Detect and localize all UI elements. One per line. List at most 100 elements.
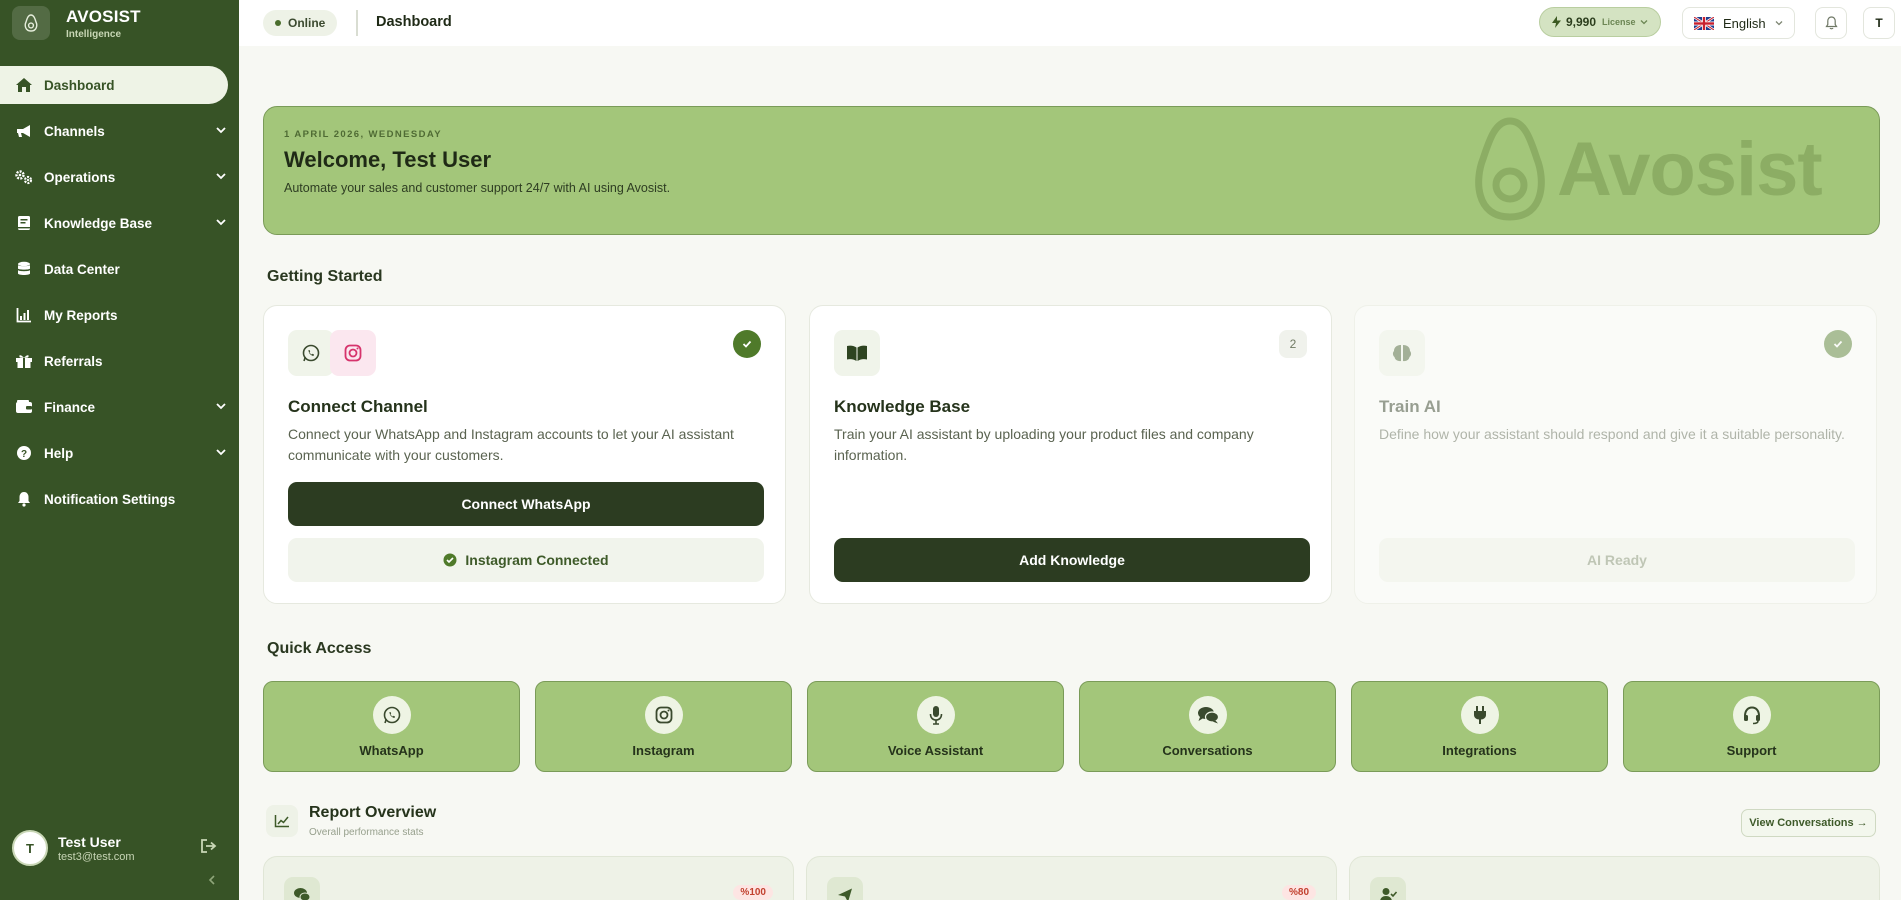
status-dot-icon [275,20,281,26]
card-train-ai: Train AI Define how your assistant shoul… [1354,305,1877,604]
add-knowledge-button[interactable]: Add Knowledge [834,538,1310,582]
user-menu-button[interactable]: T [1863,7,1895,39]
collapse-sidebar-icon[interactable] [206,874,218,886]
sidebar-item-label: Dashboard [44,77,115,93]
notifications-button[interactable] [1815,7,1847,39]
lightning-icon [1552,16,1561,28]
sidebar-item-finance[interactable]: Finance [0,388,239,426]
chat-bubbles-icon [284,877,320,900]
sidebar-item-referrals[interactable]: Referrals [0,342,239,380]
quick-access-voice-assistant[interactable]: Voice Assistant [807,681,1064,772]
open-book-icon [834,330,880,376]
percent-badge: %100 [733,885,773,900]
step-count-badge: 2 [1279,330,1307,358]
wallet-icon [14,397,34,417]
chat-bubbles-icon [1188,696,1227,734]
divider [356,10,358,36]
section-title-quick-access: Quick Access [267,640,372,657]
microphone-icon [916,696,955,734]
sidebar-item-label: Notification Settings [44,491,176,507]
check-circle-icon [443,553,457,567]
instagram-connected-button[interactable]: Instagram Connected [288,538,764,582]
sidebar-item-knowledge-base[interactable]: Knowledge Base [0,204,239,242]
gift-icon [14,351,34,371]
avosist-watermark: Avosist [1469,117,1823,221]
brain-icon [1379,330,1425,376]
sidebar-item-label: Operations [44,169,116,185]
ai-ready-button[interactable]: AI Ready [1379,538,1855,582]
uk-flag-icon [1694,16,1714,30]
quick-access-integrations[interactable]: Integrations [1351,681,1608,772]
percent-badge: %80 [1281,885,1316,900]
quick-access-conversations[interactable]: Conversations [1079,681,1336,772]
license-value: 9,990 [1566,15,1597,29]
status-label: Online [288,16,326,30]
line-chart-icon [266,805,298,837]
language-selector[interactable]: English [1682,7,1795,39]
card-knowledge-base: 2 Knowledge Base Train your AI assistant… [809,305,1332,604]
sidebar: AVOSIST Intelligence Dashboard Channels … [0,0,239,900]
quick-access-whatsapp[interactable]: WhatsApp [263,681,520,772]
sidebar-item-label: My Reports [44,307,118,323]
brand[interactable]: AVOSIST Intelligence [12,6,141,40]
plug-icon [1460,696,1499,734]
chevron-down-icon [1774,18,1784,28]
user-email: test3@test.com [58,850,135,863]
logout-icon[interactable] [200,838,218,854]
welcome-banner: 1 APRIL 2026, WEDNESDAY Welcome, Test Us… [263,106,1880,235]
chevron-down-icon [215,124,227,136]
bell-icon [1824,16,1838,30]
avocado-logo-icon [12,6,50,40]
instagram-icon [330,330,376,376]
database-icon [14,259,34,279]
connect-whatsapp-button[interactable]: Connect WhatsApp [288,482,764,526]
section-title-getting-started: Getting Started [267,268,383,285]
sidebar-item-label: Help [44,445,74,461]
license-badge[interactable]: 9,990 License [1539,7,1661,37]
quick-access-instagram[interactable]: Instagram [535,681,792,772]
card-title: Train AI [1379,397,1441,416]
view-conversations-button[interactable]: View Conversations → [1741,809,1876,837]
sidebar-item-label: Referrals [44,353,103,369]
card-title: Knowledge Base [834,397,971,416]
card-title: Connect Channel [288,397,428,416]
top-bar: Online Dashboard 9,990 License English T [239,0,1901,46]
sidebar-item-channels[interactable]: Channels [0,112,239,150]
instagram-icon [644,696,683,734]
quick-access-label: WhatsApp [359,743,424,758]
card-connect-channel: Connect Channel Connect your WhatsApp an… [263,305,786,604]
bell-icon [14,489,34,509]
card-description: Connect your WhatsApp and Instagram acco… [288,426,734,463]
quick-access-support[interactable]: Support [1623,681,1880,772]
sidebar-item-my-reports[interactable]: My Reports [0,296,239,334]
check-icon [733,330,761,358]
megaphone-icon [14,121,34,141]
sidebar-item-operations[interactable]: Operations [0,158,239,196]
sidebar-item-label: Channels [44,123,105,139]
sidebar-item-label: Knowledge Base [44,215,153,231]
welcome-subtitle: Automate your sales and customer support… [284,181,671,195]
sidebar-nav: Dashboard Channels Operations Knowledge … [0,66,239,526]
button-label: Instagram Connected [465,552,609,568]
quick-access-label: Support [1726,743,1777,758]
card-description: Train your AI assistant by uploading you… [834,426,1254,463]
sidebar-item-help[interactable]: ? Help [0,434,239,472]
chevron-down-icon [215,170,227,182]
report-card [1349,856,1880,900]
license-label: License [1602,17,1636,27]
user-name: Test User [58,833,121,850]
quick-access-label: Voice Assistant [887,743,984,758]
home-icon [14,75,34,95]
user-profile[interactable]: T Test User test3@test.com [12,830,135,866]
sidebar-item-data-center[interactable]: Data Center [0,250,239,288]
question-icon: ? [14,443,34,463]
report-overview-title: Report Overview [309,804,437,821]
sidebar-item-notification-settings[interactable]: Notification Settings [0,480,239,518]
sidebar-item-label: Finance [44,399,96,415]
sidebar-item-dashboard[interactable]: Dashboard [0,66,228,104]
svg-text:?: ? [21,449,27,460]
chevron-down-icon [1640,18,1648,26]
check-icon [1824,330,1852,358]
page-title: Dashboard [376,14,452,30]
language-label: English [1723,15,1766,31]
